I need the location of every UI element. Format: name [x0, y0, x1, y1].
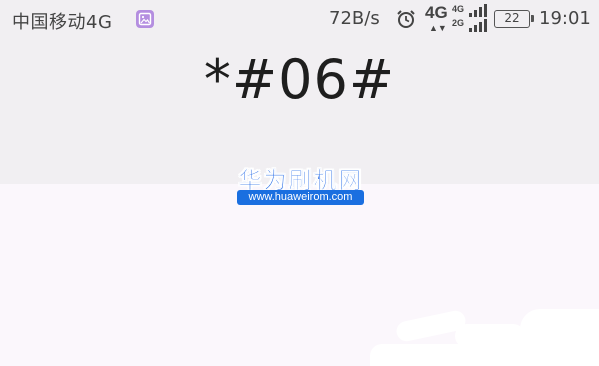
photo-notification-icon — [136, 10, 154, 28]
alarm-clock-icon — [395, 8, 417, 34]
sim2-network-label: 2G — [452, 18, 465, 28]
battery-icon: 22 — [494, 10, 534, 28]
status-time: 19:01 — [539, 8, 591, 29]
dialer-content-area — [0, 184, 599, 366]
dialed-number-display[interactable]: *#06# — [0, 48, 599, 111]
status-bar: 中国移动4G 72B/s 4G ▲▼ 4G 2G 22 19:01 — [0, 0, 599, 38]
carrier-label: 中国移动4G — [12, 12, 113, 33]
network-speed: 72B/s — [329, 8, 380, 29]
watermark-url: www.huaweirom.com — [237, 190, 364, 205]
dual-sim-signal-icon: 4G 2G — [452, 4, 490, 34]
network-4g-label: 4G — [425, 3, 448, 22]
battery-level: 22 — [504, 11, 520, 25]
data-activity-arrows-icon: ▲▼ — [429, 23, 447, 33]
white-patch — [370, 344, 599, 366]
sim1-network-label: 4G — [452, 4, 465, 14]
network-4g-icon: 4G ▲▼ — [425, 3, 449, 35]
